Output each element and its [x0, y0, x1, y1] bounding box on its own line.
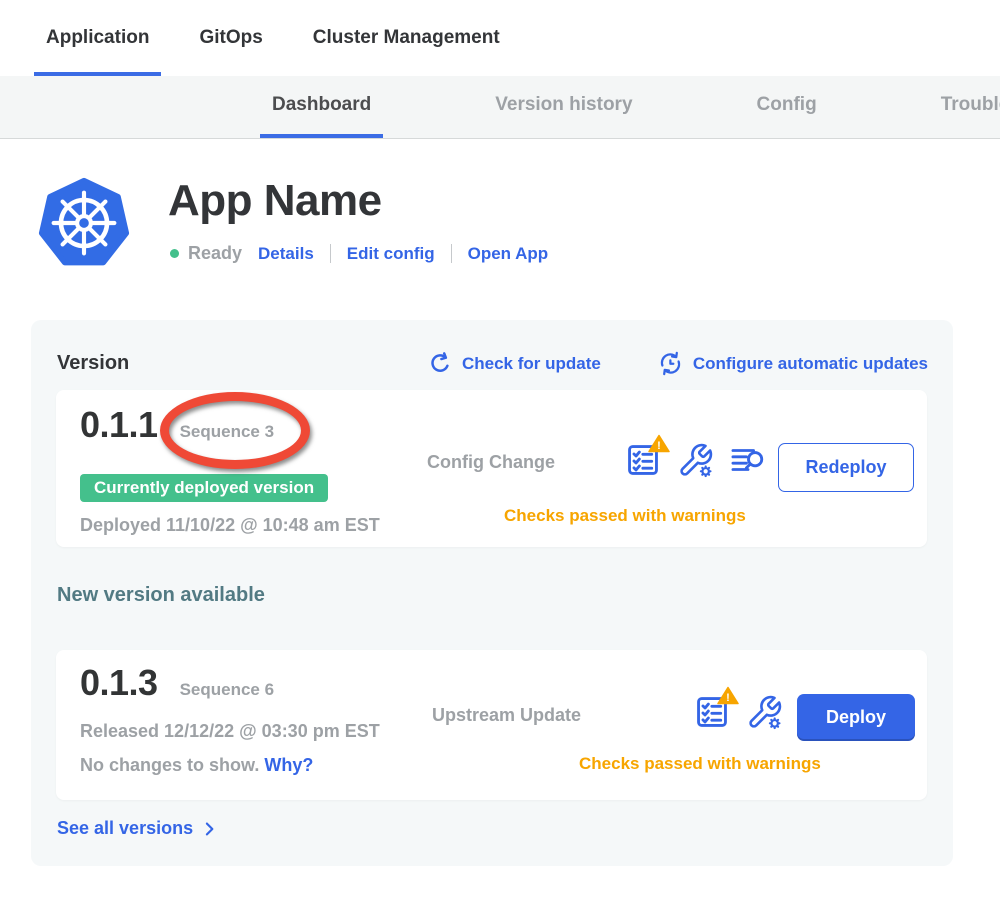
status-badge: Ready — [188, 243, 242, 264]
available-version-line: 0.1.3 Sequence 6 — [80, 662, 274, 704]
release-type-label: Upstream Update — [432, 705, 581, 726]
deployed-timestamp: Deployed 11/10/22 @ 10:48 am EST — [80, 515, 380, 536]
edit-config-link[interactable]: Edit config — [347, 244, 435, 264]
no-changes-line: No changes to show.Why? — [80, 755, 313, 776]
configure-automatic-updates-label: Configure automatic updates — [693, 354, 928, 374]
deploy-button[interactable]: Deploy — [797, 694, 915, 741]
chevron-right-icon — [199, 819, 219, 839]
tab-config[interactable]: Config — [745, 76, 829, 138]
view-files-icon[interactable] — [729, 441, 767, 479]
available-checks-status[interactable]: Checks passed with warnings — [579, 754, 821, 774]
new-version-available-heading: New version available — [57, 584, 265, 607]
tab-application[interactable]: Application — [34, 4, 161, 76]
why-link[interactable]: Why? — [264, 755, 313, 775]
current-sequence-label: Sequence 3 — [180, 422, 275, 442]
auto-update-icon — [657, 350, 684, 377]
app-nav: Application GitOps Cluster Management — [0, 0, 1000, 76]
current-checks-status[interactable]: Checks passed with warnings — [504, 506, 746, 526]
kubernetes-logo-icon — [38, 177, 130, 269]
current-version-number: 0.1.1 — [80, 404, 158, 446]
divider — [451, 244, 452, 263]
tab-cluster-management[interactable]: Cluster Management — [301, 4, 512, 76]
ready-status-dot-icon — [170, 249, 179, 258]
current-version-line: 0.1.1 Sequence 3 — [80, 404, 274, 446]
current-release-row: 0.1.1 Sequence 3 Currently deployed vers… — [56, 390, 927, 547]
check-for-update-label: Check for update — [462, 354, 601, 374]
see-all-versions-label: See all versions — [57, 818, 193, 839]
available-release-icons: ! — [693, 692, 783, 732]
tab-dashboard[interactable]: Dashboard — [260, 76, 383, 138]
tab-gitops[interactable]: GitOps — [187, 4, 274, 76]
tab-version-history[interactable]: Version history — [483, 76, 644, 138]
released-timestamp: Released 12/12/22 @ 03:30 pm EST — [80, 721, 380, 742]
configure-automatic-updates-button[interactable]: Configure automatic updates — [657, 350, 928, 377]
version-card-header: Version Check for update Configu — [57, 350, 928, 377]
divider — [330, 244, 331, 263]
available-release-row: 0.1.3 Sequence 6 Released 12/12/22 @ 03:… — [56, 650, 927, 800]
config-wrench-icon[interactable] — [746, 694, 783, 731]
currently-deployed-badge: Currently deployed version — [80, 474, 328, 502]
app-status-row: Ready Details Edit config Open App — [170, 243, 548, 264]
tab-troubleshoot[interactable]: Troubleshoot — [929, 76, 1000, 138]
svg-text:!: ! — [726, 692, 730, 704]
version-heading: Version — [57, 352, 427, 375]
see-all-versions-link[interactable]: See all versions — [57, 818, 219, 839]
page-title: App Name — [168, 176, 382, 226]
version-card: Version Check for update Configu — [31, 320, 953, 866]
check-for-update-button[interactable]: Check for update — [427, 351, 601, 377]
svg-text:!: ! — [657, 440, 661, 452]
page-nav: Dashboard Version history Config Trouble… — [0, 76, 1000, 139]
details-link[interactable]: Details — [258, 244, 314, 264]
warning-triangle-icon: ! — [717, 686, 739, 705]
no-changes-text: No changes to show. — [80, 755, 259, 775]
redeploy-button[interactable]: Redeploy — [778, 443, 914, 492]
release-type-label: Config Change — [427, 452, 555, 473]
available-version-number: 0.1.3 — [80, 662, 158, 704]
config-wrench-icon[interactable] — [677, 442, 714, 479]
preflight-checks-icon[interactable]: ! — [624, 440, 662, 480]
preflight-checks-icon[interactable]: ! — [693, 692, 731, 732]
refresh-icon — [427, 351, 453, 377]
open-app-link[interactable]: Open App — [468, 244, 549, 264]
warning-triangle-icon: ! — [648, 434, 670, 453]
available-sequence-label: Sequence 6 — [180, 680, 275, 700]
current-release-icons: ! — [624, 440, 767, 480]
